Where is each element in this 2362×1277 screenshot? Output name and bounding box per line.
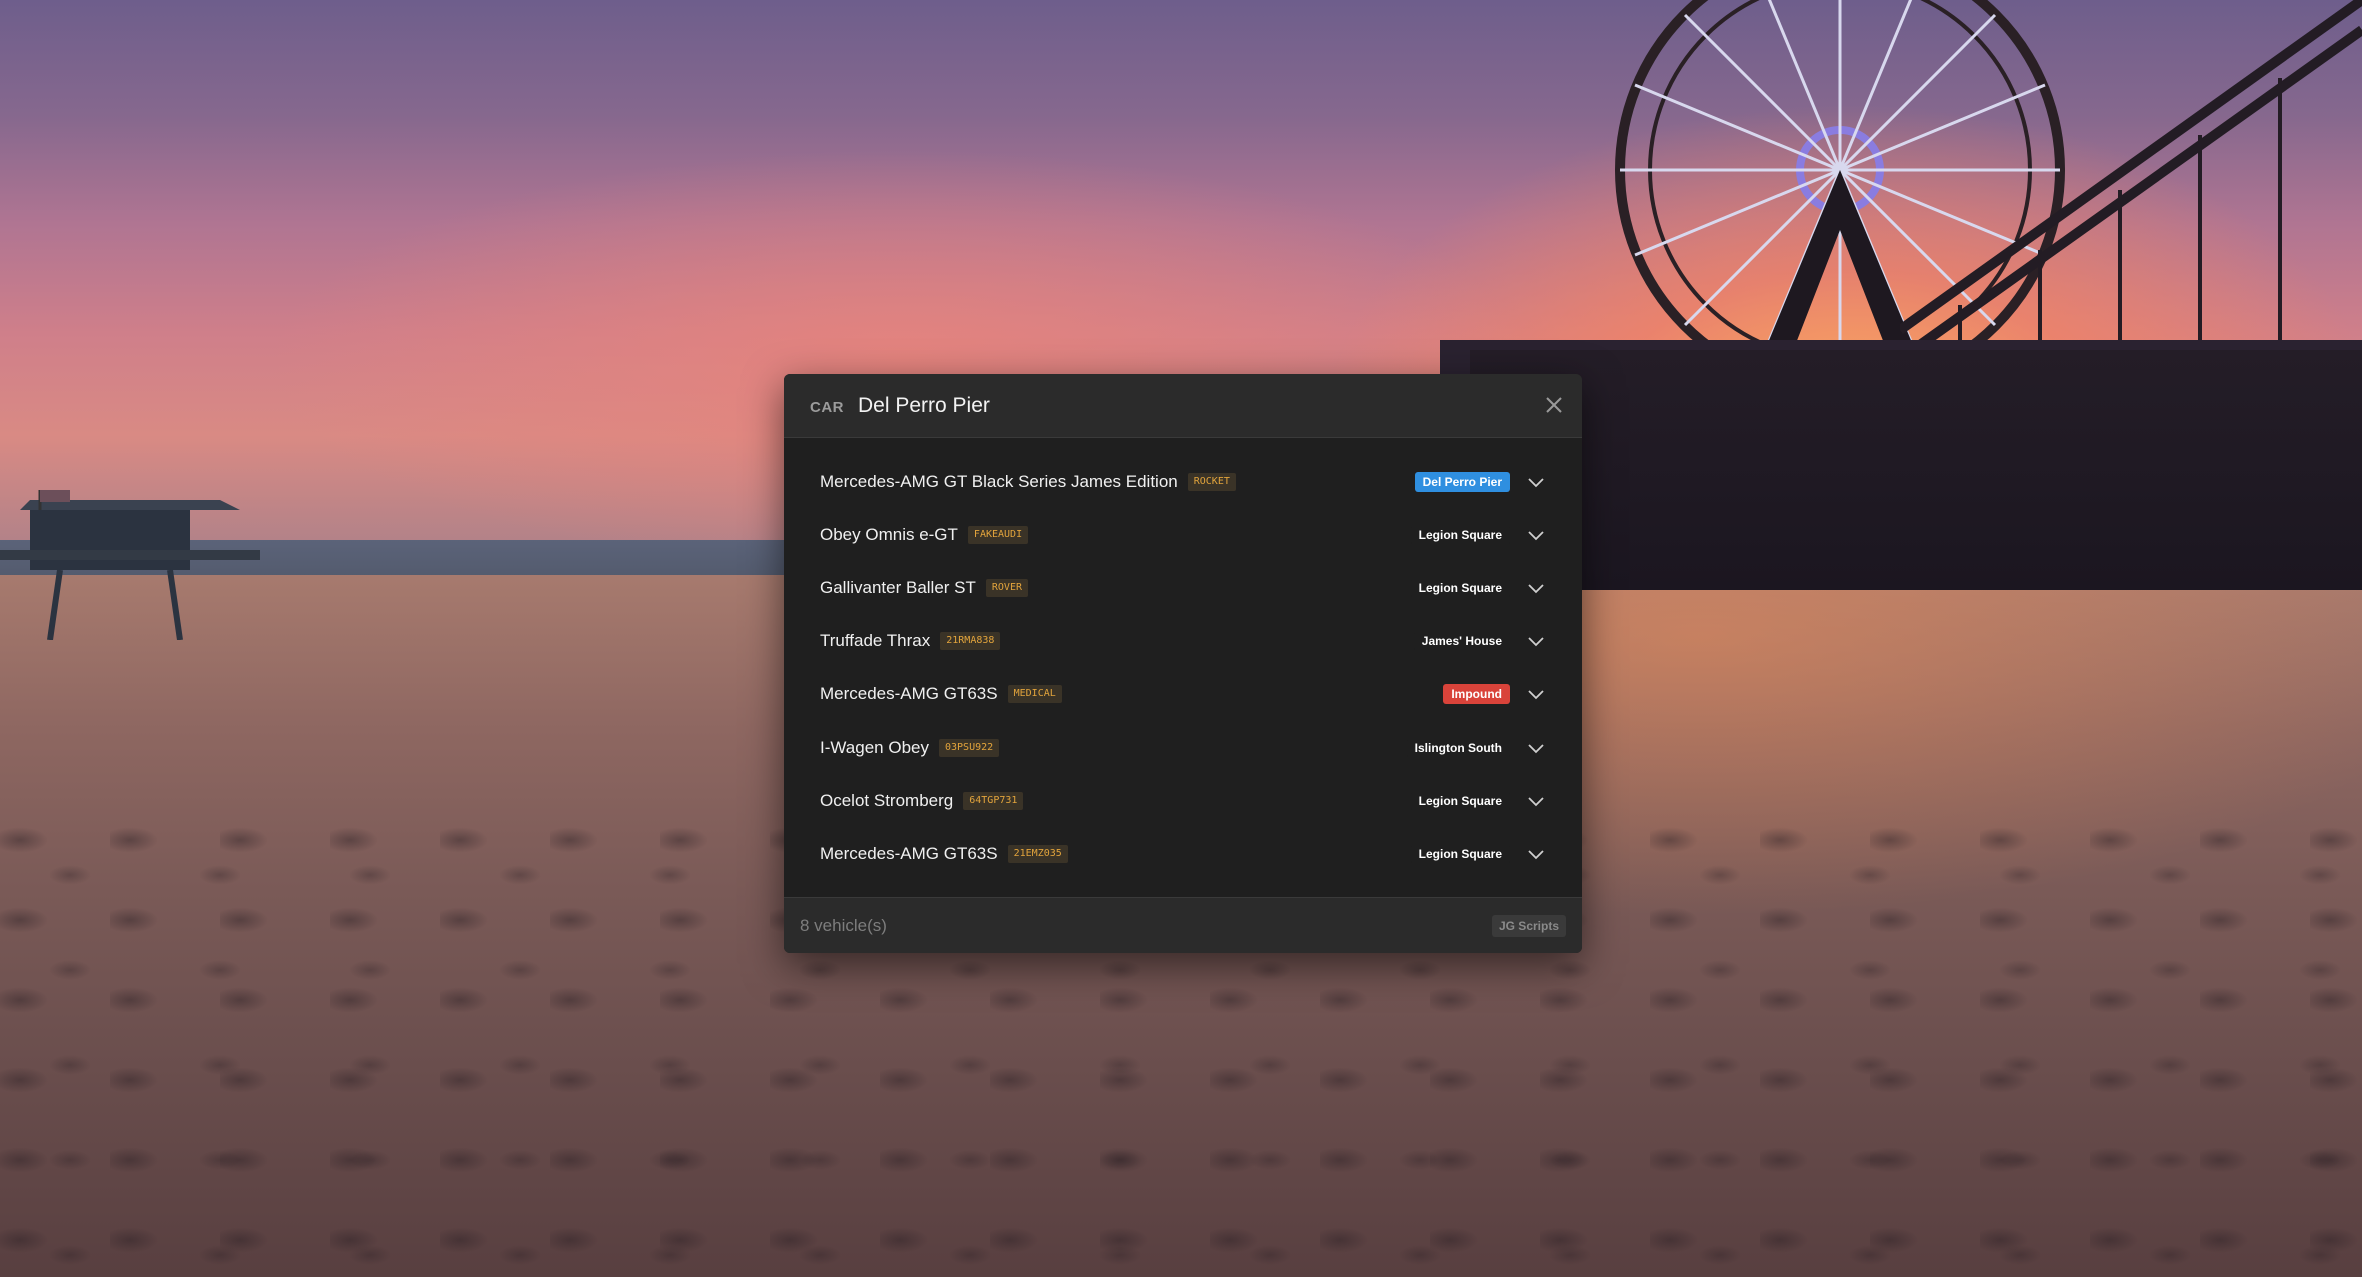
vehicle-name: Mercedes-AMG GT63S	[820, 684, 998, 704]
location-badge: Impound	[1443, 684, 1510, 705]
brand-tag: JG Scripts	[1491, 915, 1566, 937]
chevron-down-icon[interactable]	[1526, 738, 1546, 758]
chevron-down-icon[interactable]	[1526, 791, 1546, 811]
location-badge: Del Perro Pier	[1414, 471, 1510, 492]
modal-header: CAR Del Perro Pier	[784, 374, 1582, 438]
vehicle-row[interactable]: Gallivanter Baller ST ROVER Legion Square	[784, 561, 1582, 614]
plate-badge: ROCKET	[1187, 472, 1236, 491]
game-scene: CAR Del Perro Pier Mercedes-AMG GT Black…	[0, 0, 2362, 1277]
plate-badge: 64TGP731	[963, 791, 1024, 810]
vehicle-name: I-Wagen Obey	[820, 737, 929, 757]
plate-badge: FAKEAUDI	[967, 525, 1029, 544]
location-badge: James' House	[1413, 631, 1510, 652]
location-badge: Legion Square	[1410, 524, 1510, 545]
vehicle-garage-modal: CAR Del Perro Pier Mercedes-AMG GT Black…	[784, 374, 1582, 953]
vehicle-name: Mercedes-AMG GT Black Series James Editi…	[820, 471, 1178, 491]
lifeguard-tower	[0, 490, 260, 640]
roller-coaster	[1900, 0, 2362, 360]
vehicle-row[interactable]: Truffade Thrax 21RMA838 James' House	[784, 615, 1582, 668]
vehicle-row[interactable]: Obey Omnis e-GT FAKEAUDI Legion Square	[784, 508, 1582, 561]
garage-title: Del Perro Pier	[858, 393, 990, 417]
vehicle-name: Ocelot Stromberg	[820, 790, 954, 810]
location-badge: Legion Square	[1410, 790, 1510, 811]
modal-footer: 8 vehicle(s) JG Scripts	[784, 897, 1582, 953]
plate-badge: 21RMA838	[940, 632, 1001, 651]
pier-structure	[1470, 350, 2362, 590]
location-badge: Islington South	[1406, 737, 1510, 758]
vehicle-count: 8 vehicle(s)	[800, 915, 887, 935]
chevron-down-icon[interactable]	[1526, 844, 1546, 864]
vehicle-name: Mercedes-AMG GT63S	[820, 843, 998, 863]
vehicle-name: Obey Omnis e-GT	[820, 524, 958, 544]
vehicle-name: Truffade Thrax	[820, 631, 931, 651]
chevron-down-icon[interactable]	[1526, 525, 1546, 545]
vehicle-list: Mercedes-AMG GT Black Series James Editi…	[784, 438, 1582, 881]
vehicle-row[interactable]: I-Wagen Obey 03PSU922 Islington South	[784, 721, 1582, 774]
vehicle-row[interactable]: Ocelot Stromberg 64TGP731 Legion Square	[784, 774, 1582, 827]
chevron-down-icon[interactable]	[1526, 684, 1546, 704]
location-badge: Legion Square	[1410, 577, 1510, 598]
plate-badge: 03PSU922	[938, 738, 1000, 757]
vehicle-row[interactable]: Mercedes-AMG GT63S 21EMZ035 Legion Square	[784, 827, 1582, 880]
plate-badge: ROVER	[985, 578, 1028, 597]
vehicle-type-label: CAR	[810, 398, 844, 416]
chevron-down-icon[interactable]	[1526, 472, 1546, 492]
location-badge: Legion Square	[1410, 843, 1510, 864]
plate-badge: 21EMZ035	[1007, 844, 1068, 863]
close-button[interactable]	[1540, 391, 1568, 419]
vehicle-row[interactable]: Mercedes-AMG GT Black Series James Editi…	[784, 455, 1582, 508]
chevron-down-icon[interactable]	[1526, 578, 1546, 598]
close-icon	[1546, 397, 1562, 413]
vehicle-name: Gallivanter Baller ST	[820, 577, 976, 597]
chevron-down-icon[interactable]	[1526, 631, 1546, 651]
plate-badge: MEDICAL	[1007, 685, 1062, 704]
vehicle-row[interactable]: Mercedes-AMG GT63S MEDICAL Impound	[784, 668, 1582, 721]
